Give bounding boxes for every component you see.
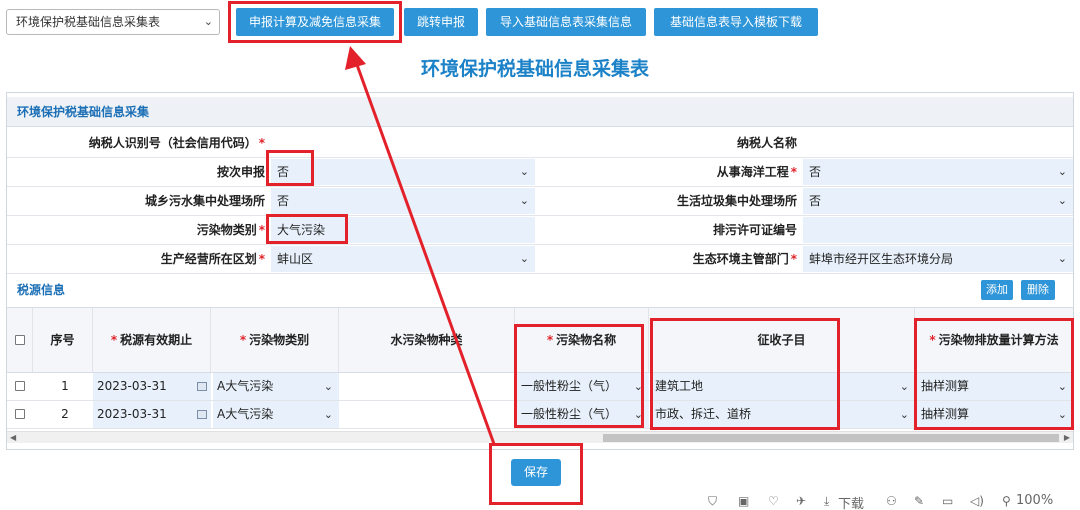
form-row-location: 生产经营所在区划 * 蚌山区 ⌄ 生态环境主管部门 * 蚌埠市经开区生态环境分局 ⌄: [7, 245, 1073, 274]
row-category-value: A大气污染: [217, 379, 274, 393]
dept-value: 蚌埠市经开区生态环境分局: [809, 252, 954, 266]
highlight-box-save: [489, 443, 583, 505]
row-checkbox[interactable]: [15, 409, 25, 419]
chevron-down-icon: ⌄: [1057, 194, 1067, 207]
image-icon[interactable]: ▣: [738, 494, 749, 508]
row-water-type: [339, 401, 515, 428]
district-value: 蚌山区: [277, 252, 314, 266]
row-no: 2: [61, 407, 69, 421]
scroll-right-icon[interactable]: ▶: [1064, 432, 1070, 443]
dept-select[interactable]: 蚌埠市经开区生态环境分局 ⌄: [803, 246, 1073, 272]
leaf-icon[interactable]: ✎: [914, 494, 924, 508]
district-label: 生产经营所在区划 *: [160, 252, 265, 266]
chevron-down-icon: ⌄: [899, 408, 909, 421]
chevron-down-icon: ⌄: [519, 194, 529, 207]
taxpayer-id-label: 纳税人识别号（社会信用代码） *: [88, 136, 265, 150]
form-row-pollutant: 污染物类别 * 大气污染 排污许可证编号: [7, 216, 1073, 245]
form-type-select-value: 环境保护税基础信息采集表: [16, 15, 161, 29]
browser-status-bar: ⛉ ▣ ♡ ✈ ⤓ 下载 ⚇ ✎ ▭ ◁) ⚲ 100%: [690, 492, 1080, 510]
goto-declare-button[interactable]: 跳转申报: [404, 8, 478, 36]
header-checkbox-cell: [7, 308, 33, 372]
sewage-label: 城乡污水集中处理场所: [144, 194, 265, 208]
row-water-type: [339, 373, 515, 400]
shield-icon[interactable]: ⛉: [708, 494, 717, 509]
template-download-button[interactable]: 基础信息表导入模板下载: [654, 8, 818, 36]
scroll-left-icon[interactable]: ◀: [10, 432, 16, 443]
taxpayer-name-label: 纳税人名称: [736, 136, 797, 150]
highlight-box-subitem: [650, 318, 840, 430]
taxpayer-name-field[interactable]: [803, 130, 1073, 156]
per-filing-label: 按次申报: [216, 165, 265, 179]
marine-value: 否: [809, 165, 822, 179]
chevron-down-icon: ⌄: [1057, 165, 1067, 178]
download-label[interactable]: 下载: [838, 493, 864, 510]
chevron-down-icon: ⌄: [519, 252, 529, 265]
header-category: * 污染物类别: [211, 308, 339, 372]
highlight-box-pollutant-name: [514, 324, 644, 428]
scrollbar-thumb[interactable]: [603, 434, 1059, 442]
highlight-box-calc-button: [228, 1, 402, 43]
calendar-icon[interactable]: [197, 382, 207, 391]
row-date-field[interactable]: 2023-03-31: [93, 373, 211, 400]
heart-icon[interactable]: ♡: [768, 494, 779, 508]
rocket-icon[interactable]: ✈: [796, 494, 806, 508]
permit-label: 排污许可证编号: [712, 223, 797, 237]
dept-label: 生态环境主管部门 *: [692, 252, 797, 266]
chevron-down-icon: ⌄: [203, 15, 213, 28]
import-basic-info-button[interactable]: 导入基础信息表采集信息: [486, 8, 646, 36]
sewage-select[interactable]: 否 ⌄: [271, 188, 535, 214]
garbage-value: 否: [809, 194, 822, 208]
sewage-value: 否: [277, 194, 290, 208]
chevron-down-icon: ⌄: [323, 380, 333, 393]
extensions-icon[interactable]: ⚇: [886, 494, 897, 508]
header-water-type: 水污染物种类: [339, 308, 515, 372]
chevron-down-icon: ⌄: [1057, 252, 1067, 265]
window-icon[interactable]: ▭: [942, 494, 953, 508]
permit-field[interactable]: [803, 217, 1073, 243]
chevron-down-icon: ⌄: [323, 408, 333, 421]
header-no: 序号: [33, 308, 93, 372]
row-category-select[interactable]: A大气污染 ⌄: [213, 373, 339, 400]
row-date-field[interactable]: 2023-03-31: [93, 401, 211, 428]
row-date-value: 2023-03-31: [97, 379, 167, 393]
district-select[interactable]: 蚌山区 ⌄: [271, 246, 535, 272]
top-toolbar: 环境保护税基础信息采集表 ⌄ 申报计算及减免信息采集 跳转申报 导入基础信息表采…: [0, 0, 1080, 44]
table-horizontal-scrollbar[interactable]: ◀ ▶: [7, 431, 1073, 443]
chevron-down-icon: ⌄: [899, 380, 909, 393]
row-date-value: 2023-03-31: [97, 407, 167, 421]
form-type-select[interactable]: 环境保护税基础信息采集表 ⌄: [6, 9, 220, 35]
zoom-level[interactable]: 100%: [1016, 493, 1053, 508]
page-title: 环境保护税基础信息采集表: [420, 58, 649, 80]
download-icon[interactable]: ⤓: [824, 494, 829, 509]
delete-button[interactable]: 删除: [1021, 280, 1055, 300]
select-all-checkbox[interactable]: [15, 335, 25, 345]
speaker-icon[interactable]: ◁): [970, 494, 984, 508]
section-basic-header: 环境保护税基础信息采集: [7, 97, 1073, 127]
marine-select[interactable]: 否 ⌄: [803, 159, 1073, 185]
header-date: * 税源有效期止: [93, 308, 211, 372]
zoom-icon[interactable]: ⚲: [1002, 494, 1011, 508]
form-row-facilities: 城乡污水集中处理场所 否 ⌄ 生活垃圾集中处理场所 否 ⌄: [7, 187, 1073, 216]
highlight-box-method: [914, 318, 1074, 430]
pollutant-type-label: 污染物类别 *: [196, 223, 265, 237]
garbage-select[interactable]: 否 ⌄: [803, 188, 1073, 214]
row-no: 1: [61, 379, 69, 393]
chevron-down-icon: ⌄: [519, 165, 529, 178]
row-category-select[interactable]: A大气污染 ⌄: [213, 401, 339, 428]
marine-label: 从事海洋工程 *: [716, 165, 797, 179]
garbage-label: 生活垃圾集中处理场所: [676, 194, 797, 208]
calendar-icon[interactable]: [197, 410, 207, 419]
add-button[interactable]: 添加: [981, 280, 1013, 300]
row-category-value: A大气污染: [217, 407, 274, 421]
row-checkbox[interactable]: [15, 381, 25, 391]
form-row-filing: 按次申报 否 ⌄ 从事海洋工程 * 否 ⌄: [7, 158, 1073, 187]
form-row-taxpayer: 纳税人识别号（社会信用代码） * 纳税人名称: [7, 129, 1073, 158]
highlight-box-per-filing: [266, 150, 314, 186]
highlight-box-pollutant-type: [266, 214, 348, 244]
section-source-header: 税源信息: [7, 275, 1073, 305]
